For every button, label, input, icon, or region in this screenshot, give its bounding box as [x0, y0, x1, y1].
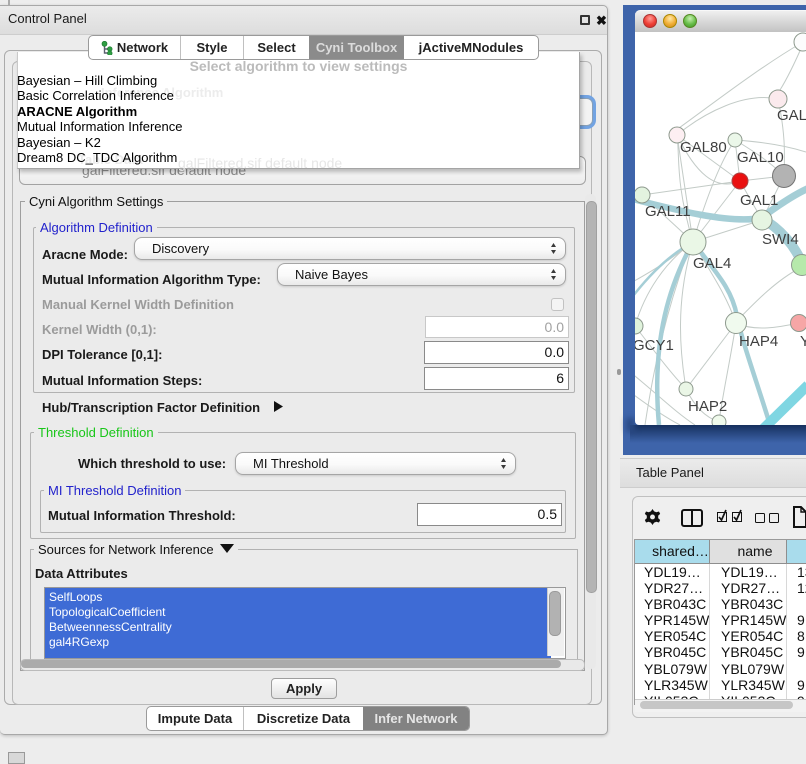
svg-text:SWI4: SWI4 — [762, 231, 799, 248]
svg-text:GAL4: GAL4 — [693, 255, 731, 272]
svg-text:GAL1: GAL1 — [740, 192, 778, 209]
svg-text:GCY1: GCY1 — [635, 337, 674, 354]
svg-text:GAL80: GAL80 — [680, 139, 727, 156]
svg-text:HAP4: HAP4 — [739, 333, 778, 350]
svg-text:Y: Y — [800, 333, 806, 350]
svg-text:GAL: GAL — [777, 107, 806, 124]
svg-text:GAL11: GAL11 — [645, 203, 691, 220]
svg-text:HAP2: HAP2 — [688, 398, 727, 415]
svg-text:GAL10: GAL10 — [737, 149, 784, 166]
